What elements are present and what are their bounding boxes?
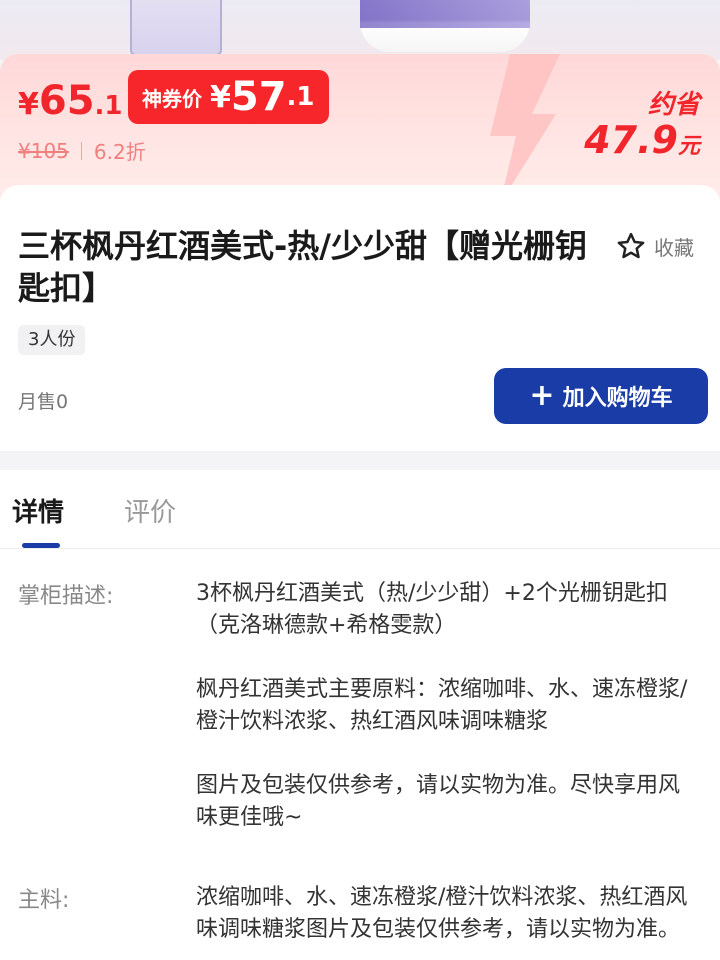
monthly-sales: 月售0: [18, 391, 69, 413]
add-to-cart-label: 加入购物车: [562, 386, 673, 411]
original-price: ¥105: [18, 138, 69, 163]
cup-label-band: [360, 0, 530, 28]
favorite-label: 收藏: [654, 235, 694, 260]
detail-label: 主料:: [18, 888, 70, 913]
plus-icon: +: [529, 378, 555, 413]
detail-text: 3杯枫丹红酒美式（热/少少甜）+2个光栅钥匙扣（克洛琳德款+希格雯款） 枫丹红酒…: [196, 581, 688, 830]
coupon-price-badge: 神券价 ¥57.1: [128, 70, 329, 124]
current-price: ¥65.1: [18, 78, 123, 124]
detail-text: 浓缩咖啡、水、速冻橙浆/橙汁饮料浓浆、热红酒风味调味糖浆图片及包装仅供参考，请以…: [196, 885, 688, 942]
serving-size-tag: 3人份: [18, 325, 86, 355]
product-info-card: 三杯枫丹红酒美式-热/少少甜【赠光栅钥匙扣】 收藏 3人份 月售0 + 加入购物…: [0, 185, 720, 451]
product-title: 三杯枫丹红酒美式-热/少少甜【赠光栅钥匙扣】: [18, 227, 587, 307]
detail-label: 掌柜描述:: [18, 584, 114, 609]
keychain-package-image: [130, 0, 222, 56]
divider: [80, 141, 82, 160]
lightning-decoration-icon: [490, 54, 560, 204]
discount-rate: 6.2折: [93, 140, 146, 164]
save-amount: 47.9元: [584, 118, 700, 162]
tab-reviews[interactable]: 评价: [124, 492, 176, 529]
star-icon: [617, 232, 645, 259]
product-image[interactable]: [0, 0, 720, 60]
original-price-row: ¥105 6.2折: [18, 136, 146, 165]
favorite-button[interactable]: 收藏: [616, 231, 694, 261]
detail-section: 详情 评价 掌柜描述: 3杯枫丹红酒美式（热/少少甜）+2个光栅钥匙扣（克洛琳德…: [0, 470, 720, 960]
active-tab-indicator: [22, 543, 60, 548]
save-label: 约省: [647, 90, 700, 120]
detail-tabs: 详情 评价: [0, 470, 720, 549]
add-to-cart-button[interactable]: + 加入购物车: [494, 368, 708, 424]
tab-details[interactable]: 详情: [12, 492, 64, 529]
price-banner: ¥65.1 神券价 ¥57.1 ¥105 6.2折 约省 47.9元: [0, 54, 720, 204]
